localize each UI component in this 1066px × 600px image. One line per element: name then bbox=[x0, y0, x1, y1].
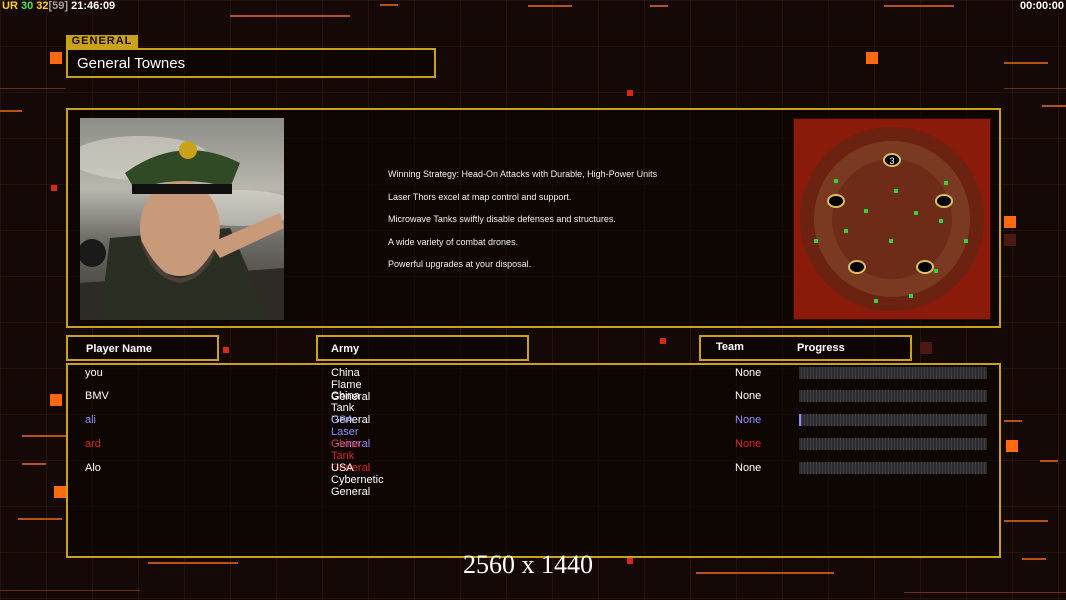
hud-value2: 32 bbox=[36, 0, 49, 12]
player-team: None bbox=[735, 390, 762, 402]
player-army: USA Cybernetic General bbox=[331, 462, 384, 498]
decor-line bbox=[0, 88, 66, 89]
decor-line bbox=[380, 4, 398, 6]
decor-square bbox=[627, 90, 633, 96]
map-preview[interactable]: 3 bbox=[793, 118, 991, 320]
header-progress-label: Progress bbox=[797, 342, 845, 354]
player-name: BMV bbox=[85, 390, 109, 402]
decor-square bbox=[50, 52, 62, 64]
strategy-line: Microwave Tanks swiftly disable defenses… bbox=[388, 214, 616, 224]
hud-clock: 21:46:09 bbox=[71, 0, 116, 12]
strategy-line: Winning Strategy: Head-On Attacks with D… bbox=[388, 169, 658, 179]
decor-line bbox=[696, 572, 834, 574]
player-progress-bar bbox=[799, 390, 987, 402]
decor-line bbox=[0, 590, 140, 591]
decor-square bbox=[223, 347, 229, 353]
player-team: None bbox=[735, 438, 762, 450]
general-portrait bbox=[80, 118, 284, 320]
strategy-line: Laser Thors excel at map control and sup… bbox=[388, 192, 572, 202]
general-name: General Townes bbox=[77, 55, 186, 72]
strategy-line: A wide variety of combat drones. bbox=[388, 237, 519, 247]
header-army: Army bbox=[316, 335, 529, 361]
player-progress-bar bbox=[799, 414, 987, 426]
decor-line bbox=[884, 5, 954, 7]
hud-ur-value: 30 bbox=[20, 0, 34, 12]
map-start-marker: 3 bbox=[889, 156, 894, 166]
hud-stats: UR 30 32[59] 21:46:09 bbox=[2, 0, 115, 12]
decor-line bbox=[1004, 420, 1022, 422]
player-team: None bbox=[735, 367, 762, 379]
player-progress-fill bbox=[799, 414, 801, 426]
decor-line bbox=[22, 463, 46, 465]
decor-line bbox=[148, 562, 238, 564]
header-player-name: Player Name bbox=[66, 335, 219, 361]
player-name: ali bbox=[85, 414, 97, 426]
decor-line bbox=[18, 518, 62, 520]
header-team-progress: Team Progress bbox=[699, 335, 912, 361]
decor-square bbox=[1006, 440, 1018, 452]
player-name: Alo bbox=[85, 462, 101, 474]
decor-square bbox=[51, 185, 57, 191]
header-player-name-label: Player Name bbox=[86, 343, 153, 355]
general-tag: GENERAL bbox=[66, 35, 138, 48]
player-name: you bbox=[85, 367, 103, 379]
player-progress-bar bbox=[799, 438, 987, 450]
decor-line bbox=[22, 435, 66, 437]
decor-square bbox=[866, 52, 878, 64]
player-team: None bbox=[735, 462, 762, 474]
decor-square bbox=[50, 394, 62, 406]
general-title-frame: General Townes bbox=[66, 48, 436, 78]
decor-line bbox=[1004, 62, 1048, 64]
decor-line bbox=[0, 110, 22, 112]
decor-line bbox=[528, 5, 572, 7]
player-name: ard bbox=[85, 438, 101, 450]
player-progress-bar bbox=[799, 367, 987, 379]
hud-ur-label: UR bbox=[2, 0, 18, 12]
player-progress-bar bbox=[799, 462, 987, 474]
resolution-label: 2560 x 1440 bbox=[463, 550, 593, 579]
decor-square bbox=[660, 338, 666, 344]
hud-timer: 00:00:00 bbox=[1019, 0, 1064, 12]
decor-line bbox=[1042, 105, 1066, 107]
decor-square bbox=[1004, 216, 1016, 228]
decor-line bbox=[650, 5, 668, 7]
decor-square bbox=[627, 558, 633, 564]
decor-square bbox=[54, 486, 66, 498]
decor-line bbox=[1022, 558, 1046, 560]
decor-line bbox=[904, 592, 1066, 593]
decor-line bbox=[1004, 88, 1066, 89]
decor-square bbox=[1004, 234, 1016, 246]
decor-line bbox=[230, 15, 350, 17]
strategy-line: Powerful upgrades at your disposal. bbox=[388, 259, 532, 269]
decor-line bbox=[1004, 520, 1048, 522]
header-army-label: Army bbox=[331, 343, 360, 355]
player-team: None bbox=[735, 414, 762, 426]
decor-square bbox=[920, 342, 932, 354]
header-team-label: Team bbox=[716, 341, 744, 353]
decor-line bbox=[1040, 460, 1058, 462]
hud-bracket-value: [59] bbox=[48, 0, 69, 12]
